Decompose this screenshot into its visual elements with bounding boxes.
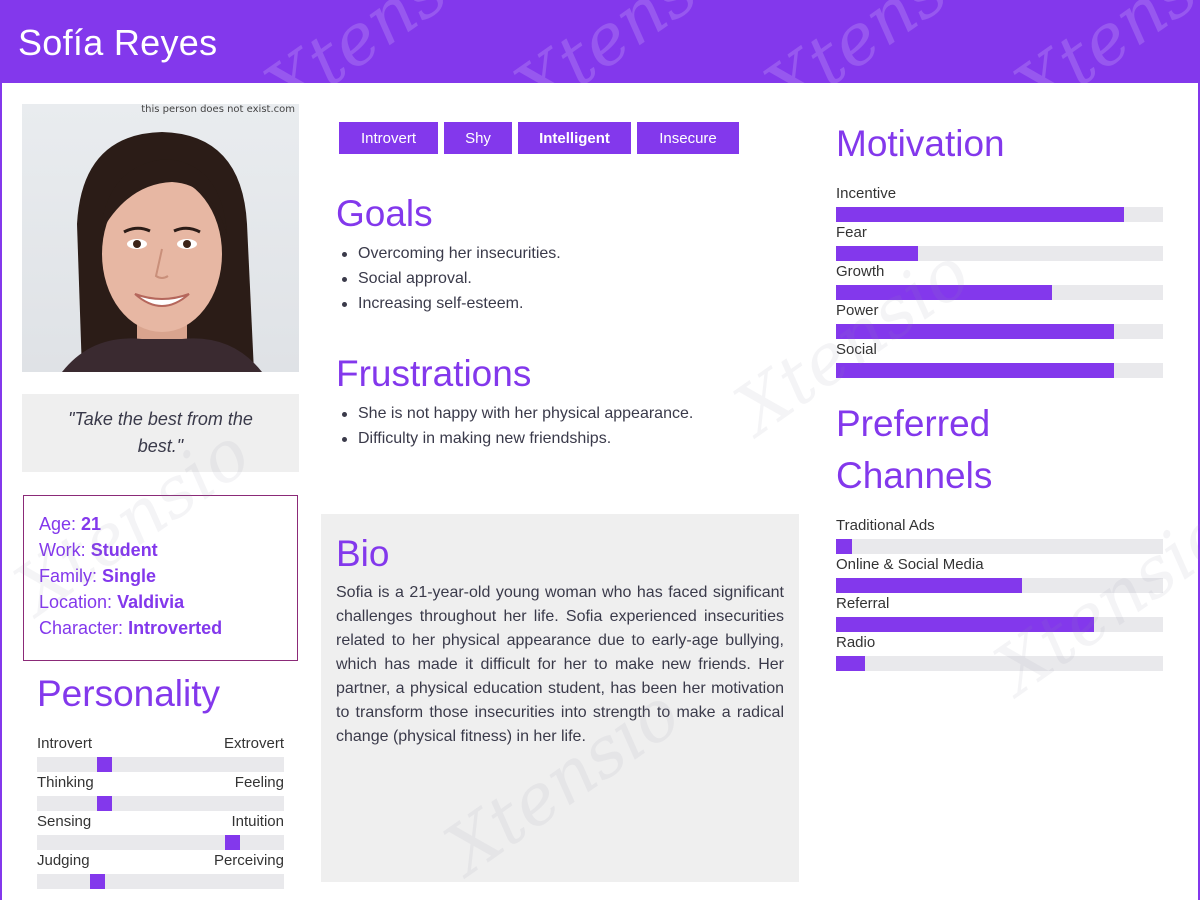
motivation-track: [836, 324, 1163, 339]
motivation-track: [836, 285, 1163, 300]
motivation-title: Motivation: [836, 123, 1005, 164]
persona-photo: this person does not exist.com: [22, 104, 299, 372]
list-item: Difficulty in making new friendships.: [336, 426, 693, 451]
channels-track: [836, 617, 1163, 632]
scale-track: [37, 757, 284, 772]
channels-title-line2: Channels: [836, 455, 993, 496]
tag-introvert: Introvert: [339, 122, 438, 154]
info-label: Family:: [39, 566, 97, 586]
channels-label: Referral: [836, 595, 890, 612]
motivation-fill: [836, 363, 1114, 378]
scale-marker: [97, 757, 112, 772]
channels-title-line1: Preferred: [836, 403, 991, 444]
channels-label: Online & Social Media: [836, 556, 984, 573]
info-label: Age:: [39, 514, 77, 534]
channels-fill: [836, 578, 1022, 593]
motivation-fill: [836, 324, 1114, 339]
tag-shy: Shy: [444, 122, 512, 154]
info-value: 21: [81, 514, 102, 534]
info-value: Student: [90, 540, 158, 560]
list-item: Increasing self-esteem.: [336, 291, 561, 316]
motivation-track: [836, 246, 1163, 261]
info-label: Location:: [39, 592, 113, 612]
goals-list: Overcoming her insecurities. Social appr…: [336, 241, 561, 316]
channels-track: [836, 656, 1163, 671]
channels-track: [836, 578, 1163, 593]
page-header: Xtensio Xtensio Xtensio Xtensio Sofía Re…: [0, 0, 1200, 131]
personality-title: Personality: [37, 673, 221, 714]
motivation-fill: [836, 246, 918, 261]
list-item: Social approval.: [336, 266, 561, 291]
channels-label: Radio: [836, 634, 876, 651]
motivation-fill: [836, 285, 1052, 300]
portrait-image: [62, 132, 262, 372]
channels-track: [836, 539, 1163, 554]
info-label: Character:: [39, 618, 124, 638]
info-age: Age: 21: [39, 511, 297, 537]
bio-panel: Bio Sofia is a 21-year-old young woman w…: [321, 514, 799, 882]
photo-caption: this person does not exist.com: [141, 104, 295, 115]
motivation-label: Social: [836, 341, 877, 358]
info-character: Character: Introverted: [39, 615, 297, 641]
persona-quote: "Take the best from the best.": [22, 394, 299, 472]
channels-fill: [836, 656, 865, 671]
scale-track: [37, 874, 284, 889]
scale-right-label: Perceiving: [213, 852, 284, 869]
persona-name: Sofía Reyes: [18, 22, 218, 63]
scale-track: [37, 796, 284, 811]
motivation-label: Fear: [836, 224, 867, 241]
info-location: Location: Valdivia: [39, 589, 297, 615]
scale-track: [37, 835, 284, 850]
scale-marker: [97, 796, 112, 811]
info-value: Valdivia: [117, 592, 185, 612]
frustrations-list: She is not happy with her physical appea…: [336, 401, 693, 451]
motivation-label: Incentive: [836, 185, 897, 202]
scale-right-label: Feeling: [234, 774, 284, 791]
list-item: Overcoming her insecurities.: [336, 241, 561, 266]
scale-right-label: Extrovert: [223, 735, 284, 752]
bio-text: Sofia is a 21-year-old young woman who h…: [336, 584, 784, 745]
info-value: Single: [102, 566, 157, 586]
motivation-fill: [836, 207, 1124, 222]
goals-title: Goals: [336, 193, 433, 234]
info-work: Work: Student: [39, 537, 297, 563]
scale-marker: [90, 874, 105, 889]
bio-title: Bio: [336, 533, 390, 574]
channels-label: Traditional Ads: [836, 517, 935, 534]
motivation-track: [836, 207, 1163, 222]
channels-fill: [836, 617, 1094, 632]
info-label: Work:: [39, 540, 86, 560]
info-family: Family: Single: [39, 563, 297, 589]
demographics-box: Age: 21 Work: Student Family: Single Loc…: [23, 495, 298, 661]
motivation-label: Power: [836, 302, 879, 319]
scale-right-label: Intuition: [231, 813, 284, 830]
frustrations-title: Frustrations: [336, 353, 532, 394]
tag-insecure: Insecure: [637, 122, 739, 154]
tag-intelligent: Intelligent: [518, 122, 631, 154]
channels-fill: [836, 539, 852, 554]
list-item: She is not happy with her physical appea…: [336, 401, 693, 426]
scale-marker: [225, 835, 240, 850]
motivation-label: Growth: [836, 263, 885, 280]
info-value: Introverted: [128, 618, 223, 638]
motivation-track: [836, 363, 1163, 378]
